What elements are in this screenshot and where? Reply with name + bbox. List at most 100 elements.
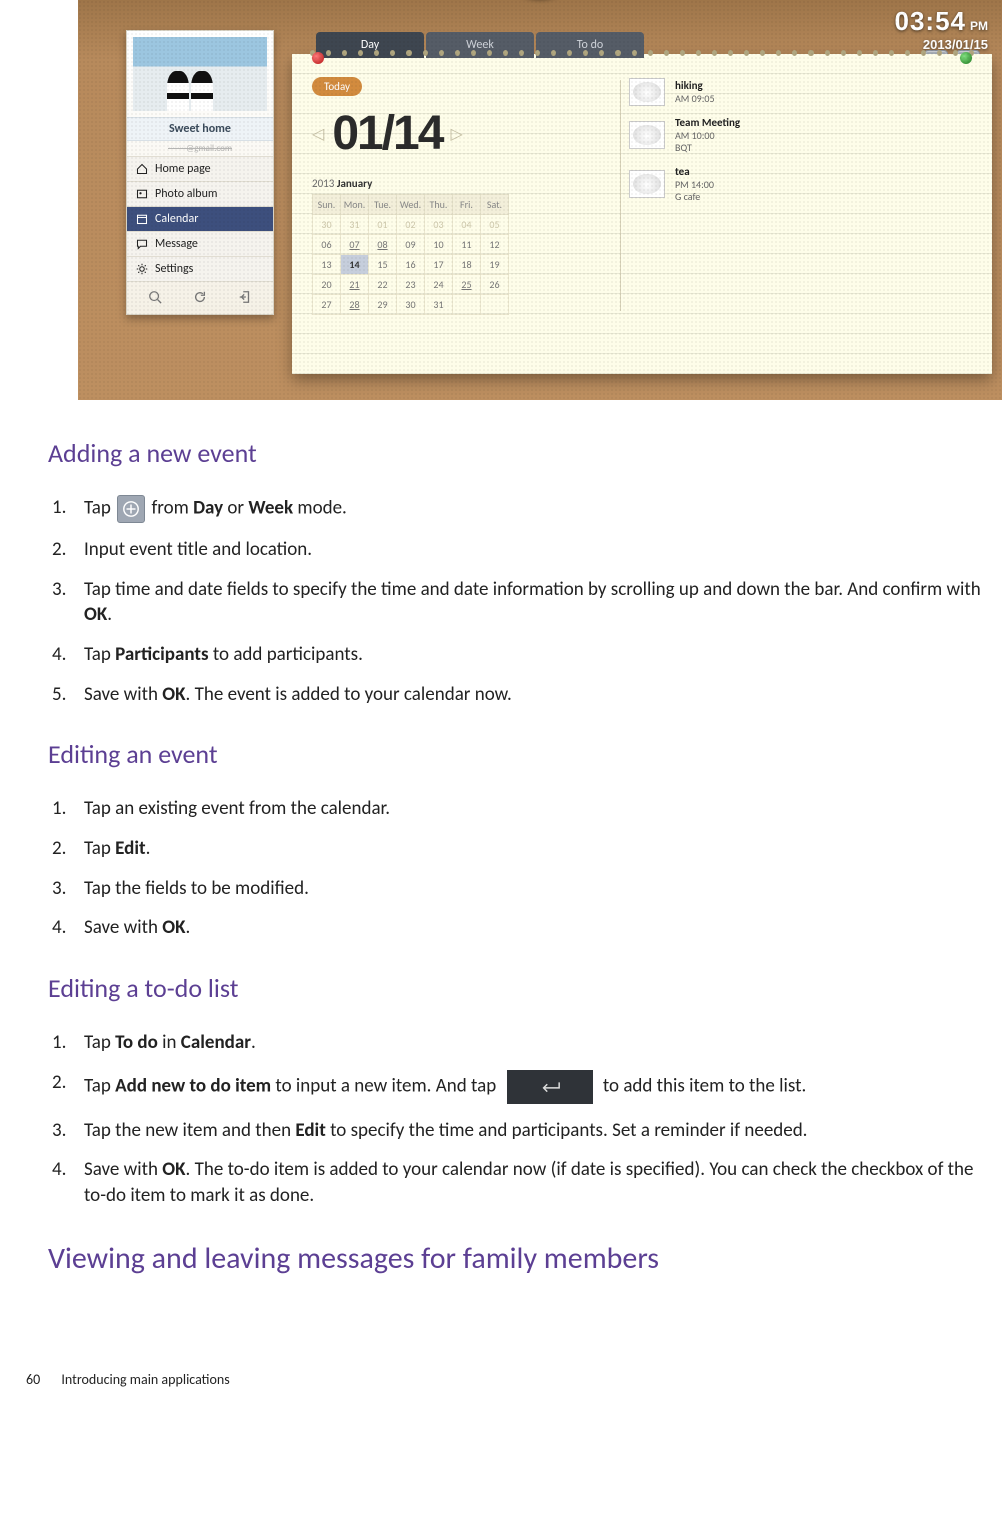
list-item: Tap the fields to be modified. [48,876,996,916]
calendar-day-cell[interactable]: 19 [481,255,509,275]
event-item[interactable]: Team MeetingAM 10:00BQT [629,116,972,155]
list-item: Tap Participants to add participants. [48,642,996,682]
event-title: hiking [675,79,715,93]
event-thumbnail [629,170,665,198]
calendar-day-cell[interactable]: 14 [341,255,369,275]
add-circle-icon [117,495,145,523]
tab-to-do[interactable]: To do [536,32,644,58]
sidebar-item-label: Photo album [155,187,217,201]
calendar-day-cell[interactable]: 15 [369,255,397,275]
chevron-right-icon[interactable]: ▷ [450,124,462,144]
sidebar-item-calendar[interactable]: Calendar [127,206,273,231]
event-time: AM 10:00 [675,130,740,143]
event-item[interactable]: hikingAM 09:05 [629,78,972,106]
calendar-day-cell[interactable]: 06 [313,235,341,255]
calendar-day-cell[interactable]: 28 [341,295,369,315]
sidebar-item-label: Home page [155,162,211,176]
event-item[interactable]: teaPM 14:00G cafe [629,165,972,204]
add-event-button[interactable]: ⊕ [924,50,948,74]
calendar-day-cell [453,295,481,315]
page-footer: 60 Introducing main applications [0,1333,1002,1410]
calendar-day-cell[interactable]: 31 [425,295,453,315]
clock-time: 03:54 [895,6,967,36]
calendar-day-cell[interactable]: 29 [369,295,397,315]
dow-header: Sat. [481,195,509,215]
calendar-day-cell[interactable]: 05 [481,215,509,235]
today-badge[interactable]: Today [312,77,362,96]
side-menu-note: Sweet home ········@gmail.com Home pageP… [126,30,274,315]
calendar-day-cell[interactable]: 23 [397,275,425,295]
plus-icon: ⊕ [930,54,942,71]
calendar-day-cell[interactable]: 30 [313,215,341,235]
calendar-day-cell[interactable]: 02 [397,215,425,235]
list-item: Tap the new item and then Edit to specif… [48,1118,996,1158]
section-heading: Adding a new event [48,436,996,471]
section-heading: Viewing and leaving messages for family … [48,1239,996,1280]
calendar-day-cell[interactable]: 31 [341,215,369,235]
calendar-day-cell[interactable]: 11 [453,235,481,255]
sync-button[interactable]: ⟲ [956,50,980,74]
chevron-left-icon[interactable]: ◁ [312,124,324,144]
calendar-day-cell[interactable]: 04 [453,215,481,235]
sidebar-item-home-page[interactable]: Home page [127,156,273,181]
calendar-day-cell[interactable]: 21 [341,275,369,295]
dow-header: Mon. [341,195,369,215]
list-item: Tap from Day or Week mode. [48,495,996,537]
calendar-day-cell[interactable]: 03 [425,215,453,235]
list-item: Save with OK. The to-do item is added to… [48,1157,996,1222]
clock-date: 2013/01/15 [895,37,989,52]
list-item: Tap an existing event from the calendar. [48,796,996,836]
photo-icon [135,187,149,201]
calendar-day-cell[interactable]: 30 [397,295,425,315]
sidebar-item-label: Message [155,237,198,251]
instruction-list: Tap an existing event from the calendar.… [48,796,996,955]
profile-photo-penguins [133,37,267,111]
exit-icon[interactable] [238,290,252,308]
ring-binding [292,50,992,60]
calendar-tabs: DayWeekTo do [316,32,992,58]
list-item: Tap To do in Calendar. [48,1030,996,1070]
sidebar-item-message[interactable]: Message [127,231,273,256]
calendar-day-cell[interactable]: 24 [425,275,453,295]
mini-calendar[interactable]: Sun.Mon.Tue.Wed.Thu.Fri.Sat. 30310102030… [312,194,509,315]
event-title: Team Meeting [675,116,740,130]
event-list: hikingAM 09:05 Team MeetingAM 10:00BQT tea… [629,76,972,315]
dow-header: Wed. [397,195,425,215]
pin-icon [960,52,972,64]
refresh-icon[interactable] [193,290,207,308]
calendar-day-cell[interactable]: 22 [369,275,397,295]
calendar-day-cell[interactable]: 01 [369,215,397,235]
calendar-day-cell[interactable]: 13 [313,255,341,275]
list-item: Tap Add new to do item to input a new it… [48,1070,996,1118]
calendar-app-screenshot: 03:54PM 2013/01/15 ⊕ ⟲ Sweet home ······… [78,0,1002,400]
calendar-day-cell[interactable]: 10 [425,235,453,255]
list-item: Tap time and date fields to specify the … [48,577,996,642]
clock-ampm: PM [970,19,988,33]
calendar-day-cell[interactable]: 08 [369,235,397,255]
calendar-day-cell[interactable]: 27 [313,295,341,315]
calendar-day-cell[interactable]: 12 [481,235,509,255]
event-thumbnail [629,78,665,106]
calendar-day-cell[interactable]: 09 [397,235,425,255]
event-location: G cafe [675,191,714,204]
tab-day[interactable]: Day [316,32,424,58]
calendar-day-cell[interactable]: 26 [481,275,509,295]
tab-week[interactable]: Week [426,32,534,58]
sidebar-item-settings[interactable]: Settings [127,256,273,281]
pin-icon [312,52,324,64]
calendar-day-cell[interactable]: 20 [313,275,341,295]
calendar-day-cell[interactable]: 18 [453,255,481,275]
month-year-label: 2013 January [312,177,612,190]
settings-icon [135,262,149,276]
calendar-day-cell[interactable]: 17 [425,255,453,275]
calendar-day-cell[interactable]: 07 [341,235,369,255]
search-icon[interactable] [148,290,162,308]
sync-icon: ⟲ [962,54,974,71]
list-item: Tap Edit. [48,836,996,876]
current-date-display: 01/14 [332,106,442,161]
photo-strip [78,0,1002,28]
calendar-day-cell[interactable]: 25 [453,275,481,295]
sidebar-item-photo-album[interactable]: Photo album [127,181,273,206]
event-time: PM 14:00 [675,179,714,192]
calendar-day-cell[interactable]: 16 [397,255,425,275]
